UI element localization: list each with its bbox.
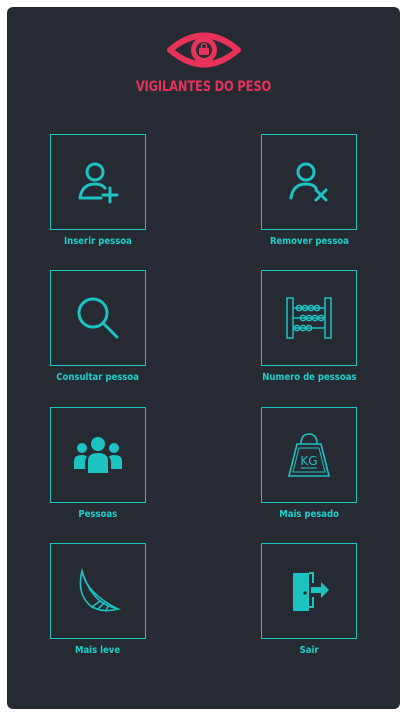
app-title: VIGILANTES DO PESO xyxy=(135,79,272,95)
tile-label: Mais leve xyxy=(75,645,121,656)
heaviest-button[interactable]: KG Mais pesado xyxy=(249,407,369,520)
search-icon xyxy=(77,297,119,339)
tile-label: Consultar pessoa xyxy=(56,372,140,383)
feather-icon xyxy=(79,567,122,612)
tile-box: KG xyxy=(261,407,357,503)
tile-box xyxy=(50,543,146,639)
lightest-button[interactable]: Mais leve xyxy=(38,543,158,656)
tile-box xyxy=(261,270,357,366)
count-people-button[interactable]: Numero de pessoas xyxy=(249,270,369,383)
remove-user-icon xyxy=(289,162,328,202)
people-group-icon xyxy=(74,437,122,473)
tile-box xyxy=(261,543,357,639)
tile-box xyxy=(50,134,146,230)
tile-box xyxy=(50,407,146,503)
insert-person-button[interactable]: Inserir pessoa xyxy=(38,134,158,247)
app-header: VIGILANTES DO PESO xyxy=(7,27,400,95)
add-user-icon xyxy=(78,162,119,204)
tile-box xyxy=(261,134,357,230)
tile-label: Sair xyxy=(299,645,319,656)
exit-button[interactable]: Sair xyxy=(249,543,369,656)
kg-weight-icon: KG xyxy=(287,433,331,477)
tile-label: Pessoas xyxy=(78,509,118,520)
abacus-icon xyxy=(286,297,332,339)
tile-label: Remover pessoa xyxy=(269,236,349,247)
search-person-button[interactable]: Consultar pessoa xyxy=(38,270,158,383)
remove-person-button[interactable]: Remover pessoa xyxy=(249,134,369,247)
tile-label: Mais pesado xyxy=(279,509,339,520)
tile-label: Inserir pessoa xyxy=(64,236,132,247)
exit-door-icon xyxy=(293,572,329,611)
eye-logo-icon xyxy=(166,32,241,68)
svg-text:KG: KG xyxy=(300,454,317,468)
people-list-button[interactable]: Pessoas xyxy=(38,407,158,520)
main-panel: VIGILANTES DO PESO Inserir pessoa Remove… xyxy=(7,7,400,709)
tile-box xyxy=(50,270,146,366)
tile-label: Numero de pessoas xyxy=(261,372,357,383)
